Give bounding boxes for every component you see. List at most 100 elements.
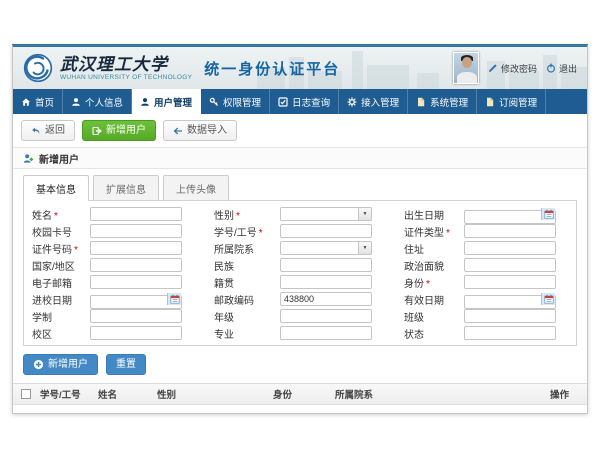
add-user-toolbar-button[interactable]: 新增用户 <box>82 120 156 141</box>
logout-link[interactable]: 退出 <box>546 62 577 75</box>
avatar-shirt <box>457 72 477 84</box>
id-number-field[interactable] <box>90 241 182 255</box>
field-label: 证件号码* <box>32 241 90 256</box>
political-status-field[interactable] <box>464 258 556 272</box>
country-region-field[interactable] <box>90 258 182 272</box>
nav-tab-label: 个人信息 <box>85 95 123 109</box>
plus-circle-icon <box>33 359 44 370</box>
identity-field[interactable] <box>464 275 556 289</box>
grade-field-group: 年级 <box>214 309 372 323</box>
field-label: 民族 <box>214 258 280 273</box>
nav-tab-log-query[interactable]: 日志查询 <box>270 89 339 114</box>
pencil-icon <box>488 63 498 73</box>
calendar-icon[interactable] <box>541 293 555 305</box>
gear-icon <box>347 97 357 107</box>
status-field[interactable] <box>464 326 556 340</box>
student-id-field[interactable] <box>280 224 372 238</box>
birth-date-field-group: 出生日期 <box>404 207 556 221</box>
country-region-field-group: 国家/地区 <box>32 258 182 272</box>
logout-label: 退出 <box>559 62 577 75</box>
email-field[interactable] <box>90 275 182 289</box>
political-status-field-group: 政治面貌 <box>404 258 556 272</box>
column-header-identity: 身份 <box>273 387 335 401</box>
major-field[interactable] <box>280 326 372 340</box>
id-type-field[interactable] <box>464 224 556 238</box>
nav-tab-label: 接入管理 <box>361 95 399 109</box>
tab-extended-info[interactable]: 扩展信息 <box>93 175 159 200</box>
calendar-icon[interactable] <box>541 208 555 220</box>
column-header-name: 姓名 <box>98 387 157 401</box>
field-label: 证件类型* <box>404 224 464 239</box>
id-type-field-group: 证件类型* <box>404 224 556 238</box>
id-number-field-group: 证件号码* <box>32 241 182 255</box>
user-avatar[interactable] <box>453 52 479 84</box>
back-button[interactable]: 返回 <box>21 120 75 141</box>
user-icon <box>140 97 150 107</box>
major-field-group: 专业 <box>214 326 372 340</box>
reset-button[interactable]: 重置 <box>106 354 146 375</box>
schooling-length-field[interactable] <box>90 309 182 323</box>
nav-tab-access-management[interactable]: 接入管理 <box>339 89 408 114</box>
field-label: 所属院系 <box>214 241 280 256</box>
nav-tab-system-management[interactable]: 系统管理 <box>408 89 477 114</box>
column-header-student-id: 学号/工号 <box>40 387 98 401</box>
required-asterisk: * <box>426 279 430 290</box>
tab-upload-avatar[interactable]: 上传头像 <box>163 175 229 200</box>
nav-tab-user-management[interactable]: 用户管理 <box>132 89 201 114</box>
nav-tab-profile[interactable]: 个人信息 <box>63 89 132 114</box>
change-password-label: 修改密码 <box>501 62 537 75</box>
file-icon <box>485 97 495 107</box>
address-field[interactable] <box>464 241 556 255</box>
dropdown-arrow-icon[interactable]: ▼ <box>358 208 371 220</box>
gender-select-group: 性别* ▼ <box>214 207 372 221</box>
key-icon <box>209 97 219 107</box>
nav-tab-label: 用户管理 <box>154 95 192 109</box>
calendar-icon[interactable] <box>167 293 181 305</box>
section-title: 新增用户 <box>39 151 79 166</box>
data-import-label: 数据导入 <box>187 125 227 136</box>
field-label: 出生日期 <box>404 207 464 222</box>
department-select[interactable]: ▼ <box>280 241 372 255</box>
field-label: 住址 <box>404 241 464 256</box>
submit-add-user-button[interactable]: 新增用户 <box>23 354 98 375</box>
power-icon <box>546 63 556 73</box>
native-place-field[interactable] <box>280 275 372 289</box>
campus-field[interactable] <box>90 326 182 340</box>
name-field[interactable] <box>90 207 182 221</box>
nav-tab-subscription-management[interactable]: 订阅管理 <box>477 89 546 114</box>
student-id-field-group: 学号/工号* <box>214 224 372 238</box>
nav-tab-label: 系统管理 <box>430 95 468 109</box>
identity-field-group: 身份* <box>404 275 556 289</box>
user-icon <box>71 97 81 107</box>
app-header: 武汉理工大学 WUHAN UNIVERSITY OF TECHNOLOGY 统一… <box>13 47 587 89</box>
department-select-group: 所属院系 ▼ <box>214 241 372 255</box>
column-header-gender: 性别 <box>157 387 273 401</box>
change-password-link[interactable]: 修改密码 <box>488 62 537 75</box>
field-label: 专业 <box>214 326 280 341</box>
nav-tab-home[interactable]: 首页 <box>13 89 63 114</box>
required-asterisk: * <box>74 245 78 256</box>
postal-code-field[interactable] <box>280 292 372 306</box>
postal-code-field-group: 邮政编码 <box>214 292 372 306</box>
tab-basic-info[interactable]: 基本信息 <box>23 175 89 201</box>
field-label: 有效日期 <box>404 292 464 307</box>
select-all-checkbox[interactable] <box>21 389 31 399</box>
data-import-button[interactable]: 数据导入 <box>163 120 237 141</box>
ethnicity-field[interactable] <box>280 258 372 272</box>
nav-tab-permission-management[interactable]: 权限管理 <box>201 89 270 114</box>
class-field[interactable] <box>464 309 556 323</box>
app-window: 武汉理工大学 WUHAN UNIVERSITY OF TECHNOLOGY 统一… <box>12 44 588 414</box>
avatar-face <box>462 57 472 68</box>
form-tabs: 基本信息 扩展信息 上传头像 <box>23 175 577 200</box>
table-header-row: 学号/工号姓名性别身份所属院系操作 <box>13 383 587 405</box>
dropdown-arrow-icon[interactable]: ▼ <box>358 242 371 254</box>
log-icon <box>278 97 288 107</box>
field-label: 性别* <box>214 207 280 222</box>
grade-field[interactable] <box>280 309 372 323</box>
gender-select[interactable]: ▼ <box>280 207 372 221</box>
campus-card-field[interactable] <box>90 224 182 238</box>
reset-label: 重置 <box>116 359 136 370</box>
address-field-group: 住址 <box>404 241 556 255</box>
main-nav: 首页 个人信息 用户管理权限管理日志查询 接入管理 系统管理订阅管理 <box>13 89 587 114</box>
add-user-icon <box>92 126 102 136</box>
